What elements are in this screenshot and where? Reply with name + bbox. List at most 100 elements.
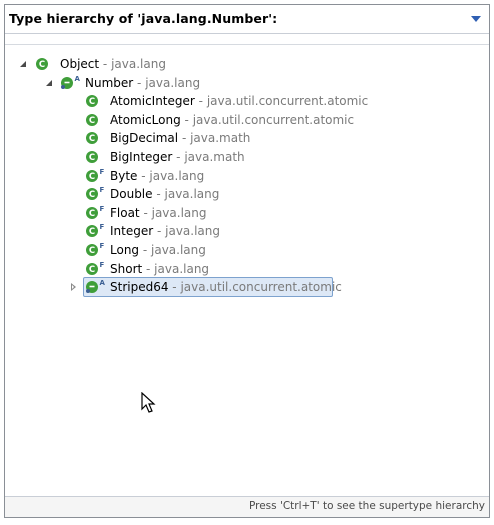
svg-text:C: C: [89, 97, 95, 107]
separator: -: [152, 187, 165, 202]
package-name: java.util.concurrent.atomic: [192, 112, 355, 127]
tree-row-subtype[interactable]: C BigInteger - java.math: [5, 148, 489, 166]
hierarchy-tree[interactable]: C Object - java.lang A Number - java.lang C A…: [5, 44, 489, 497]
expand-toggle-icon[interactable]: [69, 282, 79, 292]
tree-row-subtype[interactable]: A Striped64 - java.util.concurrent.atomic: [5, 277, 489, 298]
tree-row-subtype[interactable]: C F Float - java.lang: [5, 204, 489, 222]
type-name: Short: [110, 261, 143, 276]
type-label: BigDecimal - java.math: [110, 129, 250, 147]
type-label: Object - java.lang: [60, 55, 166, 73]
footer-hint: Press 'Ctrl+T' to see the supertype hier…: [248, 500, 485, 512]
class-icon: C: [85, 112, 101, 128]
type-name: Integer: [110, 224, 154, 239]
type-label: Long - java.lang: [110, 241, 206, 259]
class-icon: C: [35, 56, 51, 72]
separator: -: [180, 112, 193, 127]
separator: -: [142, 261, 155, 276]
type-name: Striped64: [110, 280, 169, 295]
separator: -: [194, 94, 207, 109]
svg-text:C: C: [89, 116, 95, 126]
tree-row-subtype[interactable]: C F Double - java.lang: [5, 185, 489, 203]
type-label: BigInteger - java.math: [110, 148, 245, 166]
package-name: java.lang: [145, 75, 201, 90]
package-name: java.math: [184, 150, 245, 164]
abstract-class-icon: A: [85, 279, 106, 295]
tree-row-subtype[interactable]: C F Integer - java.lang: [5, 222, 489, 240]
popup-title: Type hierarchy of 'java.lang.Number':: [9, 11, 278, 26]
type-name: BigDecimal: [110, 131, 179, 146]
svg-text:C: C: [39, 60, 45, 70]
tree-row-subtype[interactable]: C AtomicInteger - java.util.concurrent.at…: [5, 92, 489, 110]
package-name: java.util.concurrent.atomic: [180, 280, 342, 295]
type-label: Number - java.lang: [85, 74, 200, 92]
svg-text:F: F: [100, 186, 105, 194]
package-name: java.lang: [151, 205, 207, 220]
svg-text:C: C: [89, 153, 95, 163]
separator: -: [133, 75, 146, 90]
package-name: java.lang: [165, 224, 221, 239]
svg-text:F: F: [100, 223, 105, 231]
collapse-toggle-icon[interactable]: [19, 59, 29, 69]
final-class-icon: CF: [85, 168, 105, 184]
collapse-toggle-icon[interactable]: [45, 78, 55, 88]
type-name: BigInteger: [110, 150, 173, 164]
tree-row-subtype[interactable]: C BigDecimal - java.math: [5, 129, 489, 147]
type-label: AtomicInteger - java.util.concurrent.ato…: [110, 92, 368, 110]
tree-row-subtype[interactable]: C AtomicLong - java.util.concurrent.atomi…: [5, 111, 489, 129]
class-icon: C: [85, 130, 101, 146]
type-name: Byte: [110, 168, 138, 183]
view-menu-icon[interactable]: [471, 16, 481, 22]
type-label: AtomicLong - java.util.concurrent.atomic: [110, 111, 354, 129]
final-class-icon: CF: [85, 186, 105, 202]
separator: -: [137, 168, 150, 183]
type-label: Short - java.lang: [110, 260, 209, 278]
package-name: java.util.concurrent.atomic: [206, 94, 369, 109]
svg-text:C: C: [89, 265, 95, 275]
type-label: Float - java.lang: [110, 204, 206, 222]
type-label: Double - java.lang: [110, 185, 219, 203]
tree-row-subtype[interactable]: C F Short - java.lang: [5, 260, 489, 278]
tree-row-subtype[interactable]: C F Long - java.lang: [5, 241, 489, 259]
type-name: AtomicLong: [110, 112, 181, 127]
type-name: Long: [110, 243, 140, 257]
separator: -: [168, 280, 181, 295]
status-footer: Press 'Ctrl+T' to see the supertype hier…: [5, 496, 489, 517]
package-name: java.lang: [111, 57, 166, 71]
mouse-cursor-icon: [141, 392, 156, 413]
popup-header: Type hierarchy of 'java.lang.Number':: [5, 5, 489, 34]
type-name: Object: [60, 57, 100, 71]
type-name: Number: [85, 75, 134, 90]
svg-text:C: C: [89, 172, 95, 182]
svg-text:C: C: [89, 246, 95, 256]
final-class-icon: CF: [85, 242, 105, 258]
svg-text:A: A: [100, 279, 106, 287]
final-class-icon: CF: [85, 223, 105, 239]
svg-text:F: F: [100, 261, 105, 269]
package-name: java.lang: [149, 168, 205, 183]
abstract-class-icon: A: [60, 75, 81, 91]
type-label: Byte - java.lang: [110, 167, 204, 185]
package-name: java.lang: [154, 261, 210, 276]
separator: -: [99, 57, 112, 71]
separator: -: [172, 150, 185, 164]
type-name: AtomicInteger: [110, 94, 195, 109]
separator: -: [139, 243, 152, 257]
svg-text:F: F: [100, 168, 105, 176]
separator: -: [139, 205, 152, 220]
svg-text:C: C: [89, 227, 95, 237]
type-label: Integer - java.lang: [110, 222, 220, 240]
svg-text:A: A: [75, 75, 81, 83]
separator: -: [178, 131, 191, 146]
tree-row-number[interactable]: A Number - java.lang: [5, 74, 489, 92]
type-hierarchy-popup: Type hierarchy of 'java.lang.Number': C O…: [4, 4, 490, 518]
tree-row-subtype[interactable]: C F Byte - java.lang: [5, 167, 489, 185]
class-icon: C: [85, 149, 101, 165]
tree-row-object[interactable]: C Object - java.lang: [5, 55, 489, 73]
separator: -: [153, 224, 166, 239]
type-name: Double: [110, 187, 153, 202]
svg-text:F: F: [100, 205, 105, 213]
package-name: java.lang: [164, 187, 220, 202]
package-name: java.math: [190, 131, 251, 146]
class-icon: C: [85, 93, 101, 109]
svg-text:F: F: [100, 242, 105, 250]
